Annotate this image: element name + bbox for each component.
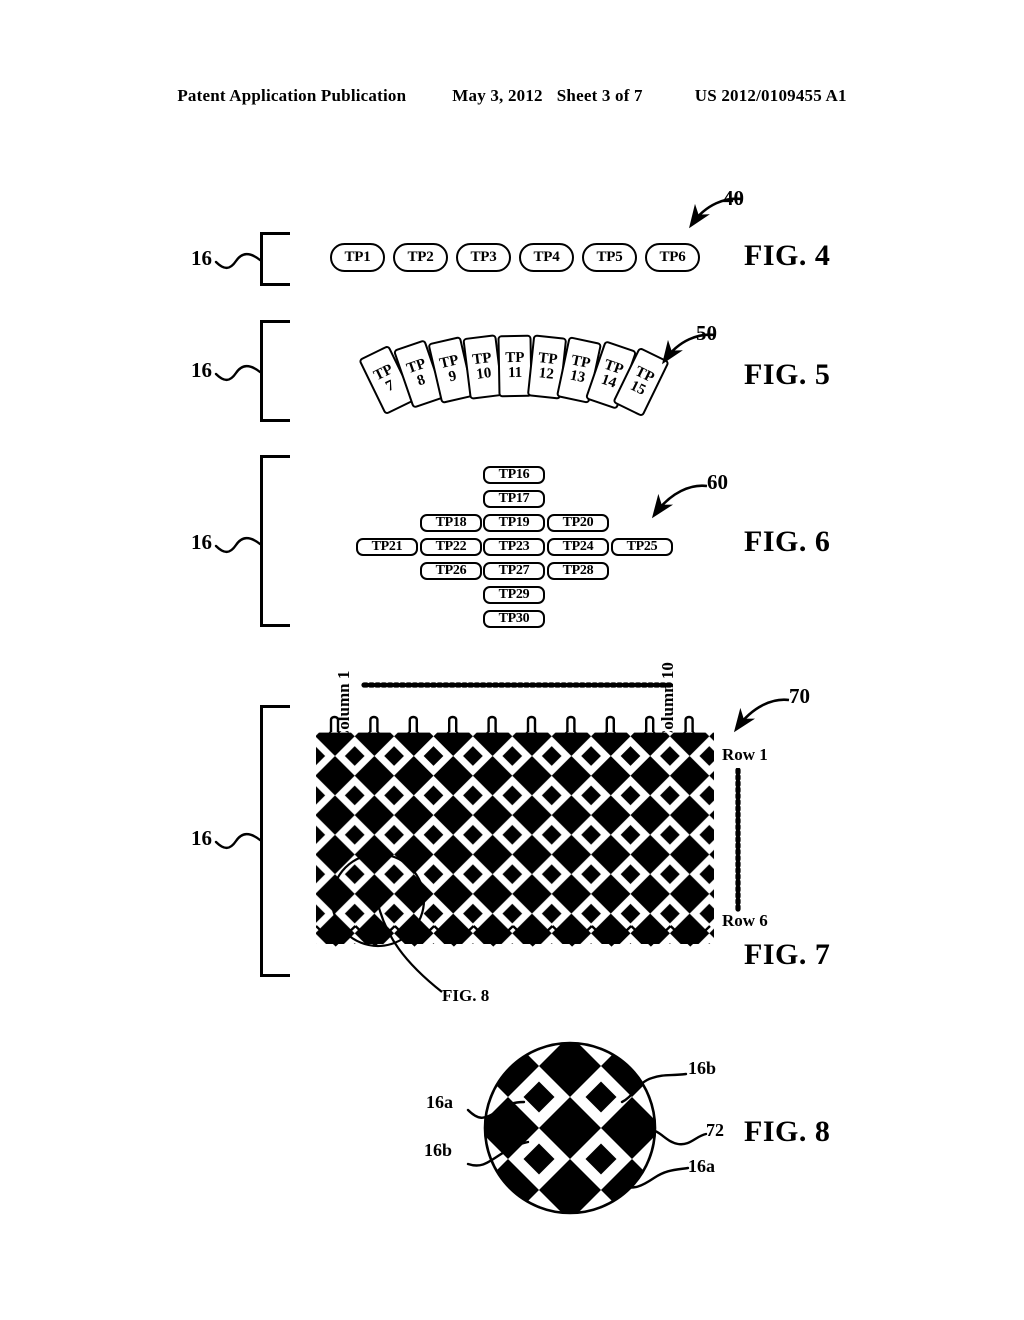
fig5-item-6-bottom: 13 [568,367,587,387]
fig6-cell-TP29-label: TP29 [498,587,530,602]
fig8-leader-72 [648,1128,708,1146]
fig4-item-5[interactable]: TP6 [645,243,700,272]
fig7-detail-callout-label: FIG. 8 [442,986,490,1005]
fig6-bracket [260,455,290,627]
fig4-item-1-label: TP2 [407,249,434,265]
fig8-callout-72: 72 [706,1120,724,1140]
fig6-cell-TP24[interactable]: TP24 [547,538,609,556]
fig7-bracket-label: 16 [191,826,212,850]
fig6-cell-TP17-label: TP17 [498,491,530,506]
fig4-item-5-label: TP6 [659,249,686,265]
header-publication: Patent Application Publication [177,86,407,105]
fig4-item-3[interactable]: TP4 [519,243,574,272]
fig6-cell-TP19[interactable]: TP19 [483,514,545,532]
fig4-item-0-label: TP1 [344,249,371,265]
fig5-bracket [260,320,290,422]
fig6-cell-TP16-label: TP16 [498,467,530,482]
fig4-item-4-label: TP5 [596,249,623,265]
fig6-cell-TP21-label: TP21 [371,539,403,554]
fig7-column-dotted-line [361,682,673,688]
fig4-item-3-label: TP4 [533,249,560,265]
fig4-ref-numeral: 40 [723,186,744,210]
fig6-cell-TP25-label: TP25 [626,539,658,554]
fig5-ref-numeral: 50 [696,321,717,345]
fig5-label: FIG. 5 [744,358,831,391]
fig4-item-4[interactable]: TP5 [582,243,637,272]
fig5-item-0-bottom: 7 [383,377,397,396]
fig7-top-loops [329,715,694,732]
fig6-cell-TP18-label: TP18 [435,515,467,530]
fig6-label: FIG. 6 [744,525,831,558]
fig7-row-first-label: Row 1 [722,745,768,764]
page-header: Patent Application Publication May 3, 20… [0,86,1024,114]
fig5-item-8-bottom: 15 [627,377,649,399]
fig4-bracket-label: 16 [191,246,212,270]
fig4-item-1[interactable]: TP2 [393,243,448,272]
fig8-callout-16b-bottom: 16b [424,1140,453,1160]
fig4-label: FIG. 4 [744,239,831,272]
fig6-cell-TP22[interactable]: TP22 [420,538,482,556]
fig6-cell-TP24-label: TP24 [562,539,594,554]
header-patent-number: US 2012/0109455 A1 [694,86,847,105]
fig6-cell-TP20-label: TP20 [562,515,594,530]
fig7-ref-arrow [733,698,790,733]
fig6-cell-TP28[interactable]: TP28 [547,562,609,580]
fig6-cell-TP30-label: TP30 [498,611,530,626]
fig6-cell-TP20[interactable]: TP20 [547,514,609,532]
fig8-leader-16a-bottom [620,1166,690,1189]
fig6-cell-TP21[interactable]: TP21 [356,538,418,556]
fig8-leader-16b-top [620,1072,688,1104]
header-date: May 3, 2012 [452,86,543,105]
fig6-bracket-label: 16 [191,530,212,554]
fig8-callout-16a-bottom: 16a [688,1156,715,1176]
fig6-cell-TP26[interactable]: TP26 [420,562,482,580]
fig6-cell-TP25[interactable]: TP25 [611,538,673,556]
fig4-item-2-label: TP3 [470,249,497,265]
fig5-item-1-bottom: 8 [415,371,428,390]
fig6-cell-TP19-label: TP19 [498,515,530,530]
fig5-item-2-bottom: 9 [447,368,459,386]
fig5-bracket-label: 16 [191,358,212,382]
fig6-cell-TP16[interactable]: TP16 [483,466,545,484]
fig6-cell-TP28-label: TP28 [562,563,594,578]
fig5-item-7-bottom: 14 [599,371,619,392]
fig8-leader-16b-bottom [466,1140,530,1167]
fig6-ref-arrow [651,484,708,519]
fig6-cell-TP26-label: TP26 [435,563,467,578]
fig7-row-last-label: Row 6 [722,911,768,930]
fig7-label: FIG. 7 [744,938,831,971]
fig4-item-0[interactable]: TP1 [330,243,385,272]
fig5-item-4-bottom: 11 [507,364,523,382]
fig7-ref-numeral: 70 [789,684,810,708]
fig8-label: FIG. 8 [744,1115,831,1148]
fig8-leader-16a-left [466,1100,526,1119]
fig7-bracket [260,705,290,977]
fig6-cell-TP23-label: TP23 [498,539,530,554]
fig6-cell-TP29[interactable]: TP29 [483,586,545,604]
header-sheet: Sheet 3 of 7 [556,86,643,105]
fig5-item-4-top: TP [505,349,525,367]
fig6-cell-TP17[interactable]: TP17 [483,490,545,508]
fig6-cell-TP22-label: TP22 [435,539,467,554]
fig6-cell-TP27[interactable]: TP27 [483,562,545,580]
fig6-ref-numeral: 60 [707,470,728,494]
fig4-item-2[interactable]: TP3 [456,243,511,272]
fig5-item-5-bottom: 12 [537,365,555,383]
fig4-bracket [260,232,290,286]
fig6-cell-TP30[interactable]: TP30 [483,610,545,628]
fig5-item-3-bottom: 10 [475,365,493,383]
fig6-cell-TP23[interactable]: TP23 [483,538,545,556]
fig8-callout-16b-top: 16b [688,1058,717,1078]
fig8-callout-16a-left: 16a [426,1092,453,1112]
fig6-cell-TP27-label: TP27 [498,563,530,578]
fig6-cell-TP18[interactable]: TP18 [420,514,482,532]
fig7-row-dotted-line [735,768,741,912]
